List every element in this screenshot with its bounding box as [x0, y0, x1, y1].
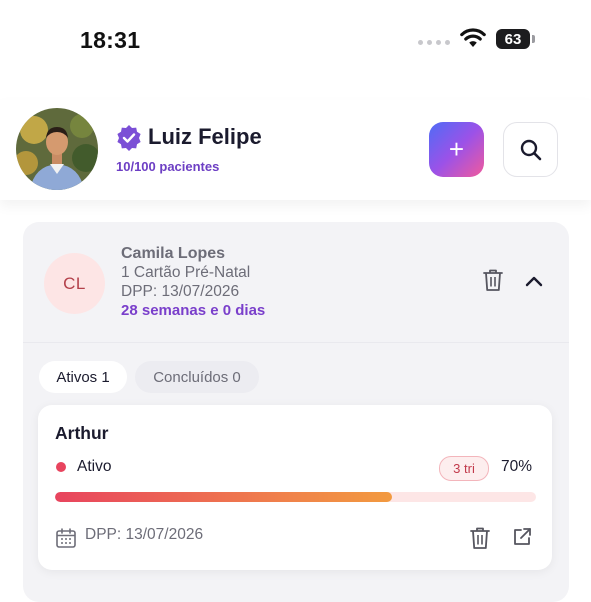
status-dot-icon	[56, 462, 66, 472]
battery-tip	[532, 35, 535, 43]
profile-header: Luiz Felipe 10/100 pacientes +	[0, 100, 591, 200]
pregnancy-due-date: DPP: 13/07/2026	[85, 526, 204, 543]
open-external-icon[interactable]	[511, 526, 533, 548]
patient-card: CL Camila Lopes 1 Cartão Pré-Natal DPP: …	[23, 222, 569, 602]
patient-name: Camila Lopes	[121, 245, 226, 262]
avatar[interactable]	[16, 108, 98, 190]
battery-indicator: 63	[496, 29, 530, 49]
add-patient-button[interactable]: +	[429, 122, 484, 177]
progress-percent: 70%	[501, 458, 533, 475]
status-bar: 18:31 63	[0, 0, 591, 80]
plus-icon: +	[448, 134, 465, 164]
progress-bar-fill	[55, 492, 392, 502]
pregnancy-name: Arthur	[55, 423, 109, 443]
pregnancy-status: Ativo	[77, 458, 112, 475]
status-time: 18:31	[80, 27, 141, 53]
patients-count: 10/100 pacientes	[116, 159, 220, 174]
patient-summary[interactable]: CL Camila Lopes 1 Cartão Pré-Natal DPP: …	[23, 222, 569, 343]
tab-active[interactable]: Ativos 1	[39, 361, 127, 393]
patient-initials-avatar: CL	[44, 253, 105, 314]
trimester-badge: 3 tri	[439, 456, 489, 481]
patient-due-date: DPP: 13/07/2026	[121, 283, 240, 300]
search-icon	[520, 139, 541, 160]
progress-bar	[55, 492, 536, 502]
verified-badge-icon	[117, 125, 141, 151]
tab-completed[interactable]: Concluídos 0	[135, 361, 259, 393]
wifi-icon	[460, 28, 486, 47]
chevron-up-icon[interactable]	[524, 274, 544, 288]
user-name: Luiz Felipe	[148, 124, 262, 149]
trash-icon[interactable]	[469, 526, 491, 550]
patient-gestational-age: 28 semanas e 0 dias	[121, 302, 266, 319]
pregnancy-card[interactable]: Arthur Ativo 3 tri 70% DPP: 13/07/2026	[38, 405, 552, 570]
calendar-icon	[56, 528, 76, 548]
cellular-signal-icon	[418, 40, 450, 45]
search-button[interactable]	[503, 122, 558, 177]
trash-icon[interactable]	[482, 268, 504, 292]
patient-plan: 1 Cartão Pré-Natal	[121, 264, 251, 281]
